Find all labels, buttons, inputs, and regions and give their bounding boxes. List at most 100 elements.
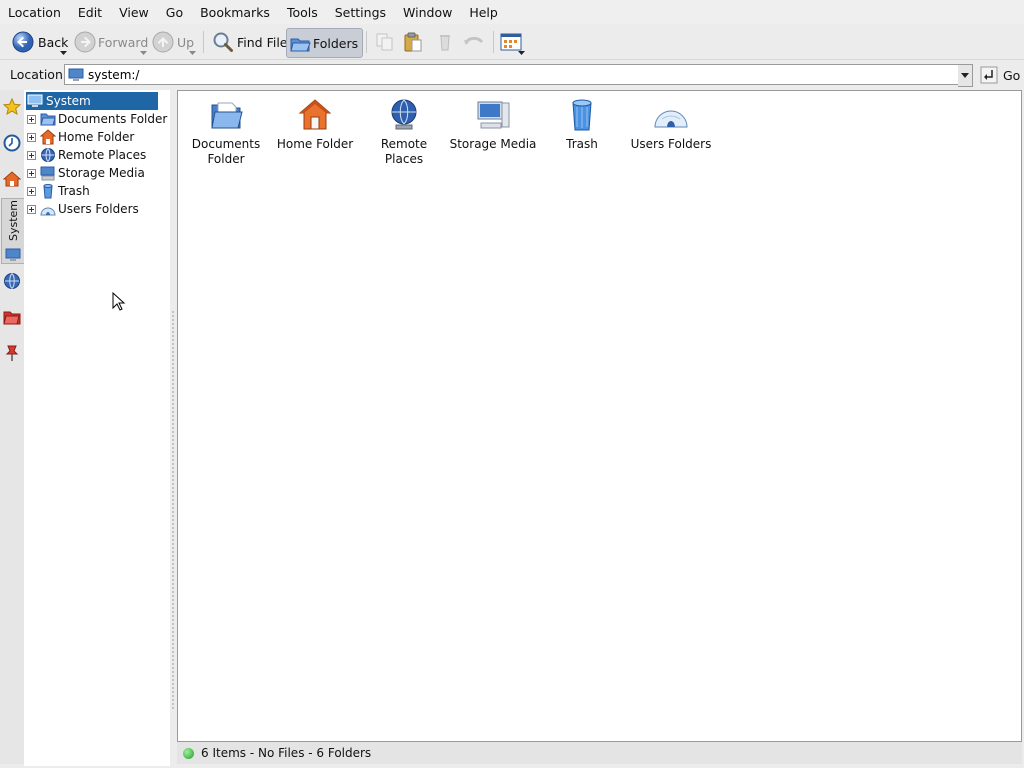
folders-button[interactable]: Folders: [286, 28, 364, 58]
menu-settings[interactable]: Settings: [327, 5, 395, 20]
location-input[interactable]: [88, 67, 928, 82]
find-file-button[interactable]: Find File: [212, 28, 288, 56]
menu-view[interactable]: View: [111, 5, 158, 20]
copy-button[interactable]: [374, 28, 396, 56]
folders-icon: [290, 38, 311, 52]
file-item-label: Home Folder: [276, 137, 354, 151]
file-item-label: Users Folders: [630, 137, 712, 151]
file-item-documents-folder[interactable]: Documents Folder: [182, 97, 270, 167]
home-icon: [3, 171, 21, 187]
location-label: Location:: [10, 67, 68, 82]
paste-icon: [404, 32, 422, 52]
menu-edit[interactable]: Edit: [70, 5, 111, 20]
storage-media-icon: [477, 101, 510, 129]
file-view: Documents Folder Home Folder Remote Plac…: [177, 90, 1022, 742]
forward-dropdown-icon[interactable]: [140, 51, 148, 57]
menu-go[interactable]: Go: [158, 5, 192, 20]
icon-view-icon: [500, 33, 522, 51]
view-mode-dropdown-icon[interactable]: [518, 51, 526, 57]
tab-network[interactable]: [1, 266, 23, 296]
copy-icon: [376, 33, 393, 51]
tree-item-storage-media[interactable]: Storage Media: [24, 164, 145, 182]
undo-button[interactable]: [462, 28, 486, 56]
tree-item-users-folders[interactable]: Users Folders: [24, 200, 139, 218]
expand-icon[interactable]: [27, 132, 36, 142]
file-item-home-folder[interactable]: Home Folder: [271, 97, 359, 152]
menu-bookmarks[interactable]: Bookmarks: [192, 5, 279, 20]
globe-icon: [4, 273, 20, 289]
file-item-trash[interactable]: Trash: [538, 97, 626, 152]
home-folder-icon: [298, 99, 332, 130]
storage-media-icon: [40, 166, 55, 181]
computer-icon: [5, 248, 21, 261]
tree-item-trash[interactable]: Trash: [24, 182, 90, 200]
status-ok-icon: [183, 747, 194, 759]
documents-folder-icon: [211, 102, 243, 129]
expand-icon[interactable]: [27, 186, 36, 196]
menu-window[interactable]: Window: [395, 5, 461, 20]
pin-icon: [5, 345, 19, 361]
status-bar: 6 Items - No Files - 6 Folders: [177, 742, 1022, 764]
computer-icon: [68, 68, 84, 81]
remote-places-icon: [41, 148, 55, 162]
menu-bar: Location Edit View Go Bookmarks Tools Se…: [0, 0, 1024, 24]
tab-root-folder[interactable]: [1, 302, 23, 332]
forward-arrow-icon: [74, 31, 96, 53]
up-dropdown-icon[interactable]: [189, 51, 197, 57]
paste-button[interactable]: [402, 28, 424, 56]
tab-history[interactable]: [1, 128, 23, 158]
find-file-label: Find File: [237, 34, 288, 50]
back-dropdown-icon[interactable]: [60, 51, 68, 57]
splitter-grip[interactable]: [172, 310, 174, 710]
expand-icon[interactable]: [27, 114, 36, 124]
tree-item-system[interactable]: System: [26, 92, 158, 110]
tree-item-home-folder[interactable]: Home Folder: [24, 128, 134, 146]
users-folders-icon: [654, 110, 688, 128]
file-item-label: Storage Media: [449, 137, 537, 151]
tab-system[interactable]: System: [1, 198, 25, 264]
menu-location[interactable]: Location: [0, 5, 70, 20]
tree-item-remote-places[interactable]: Remote Places: [24, 146, 146, 164]
file-item-remote-places[interactable]: Remote Places: [360, 97, 448, 167]
tab-services[interactable]: [1, 338, 23, 368]
back-label: Back: [38, 34, 69, 50]
file-item-storage-media[interactable]: Storage Media: [449, 97, 537, 152]
back-button[interactable]: Back: [12, 28, 68, 56]
computer-icon: [27, 94, 43, 107]
chevron-down-icon: [961, 73, 969, 78]
tree-item-label: Users Folders: [58, 202, 139, 216]
tree-item-label: Trash: [58, 184, 90, 198]
forward-button[interactable]: Forward: [74, 28, 148, 56]
location-field[interactable]: [64, 64, 960, 85]
go-label: Go: [1003, 67, 1021, 83]
menu-tools[interactable]: Tools: [279, 5, 327, 20]
tree-item-documents-folder[interactable]: Documents Folder: [24, 110, 167, 128]
panel-splitter[interactable]: [170, 90, 176, 766]
undo-icon: [464, 36, 484, 45]
tab-bookmarks[interactable]: [1, 92, 23, 122]
expand-icon[interactable]: [27, 150, 36, 160]
magnifier-icon: [213, 32, 233, 52]
file-item-users-folders[interactable]: Users Folders: [627, 97, 715, 152]
expand-icon[interactable]: [27, 168, 36, 178]
tab-home[interactable]: [1, 164, 23, 194]
go-button[interactable]: Go: [980, 65, 1020, 85]
toolbar-separator: [203, 31, 204, 53]
folders-label: Folders: [313, 35, 359, 51]
expand-icon[interactable]: [27, 204, 36, 214]
folder-tree: System Documents Folder Home Folder Remo…: [24, 90, 171, 766]
menu-help[interactable]: Help: [461, 5, 507, 20]
red-folder-icon: [3, 311, 21, 325]
file-item-label: Documents Folder: [191, 137, 261, 166]
trash-button[interactable]: [434, 28, 456, 56]
back-arrow-icon: [12, 31, 34, 53]
view-mode-button[interactable]: [500, 28, 526, 57]
up-button[interactable]: Up: [152, 28, 197, 57]
main-toolbar: Back Forward Up Find File Folders: [0, 25, 1024, 60]
trash-can-icon: [440, 35, 450, 51]
location-history-dropdown[interactable]: [958, 64, 973, 87]
star-icon: [3, 98, 21, 116]
home-folder-icon: [40, 129, 56, 145]
tree-item-label: Remote Places: [58, 148, 147, 162]
tree-item-label: Storage Media: [58, 166, 145, 180]
